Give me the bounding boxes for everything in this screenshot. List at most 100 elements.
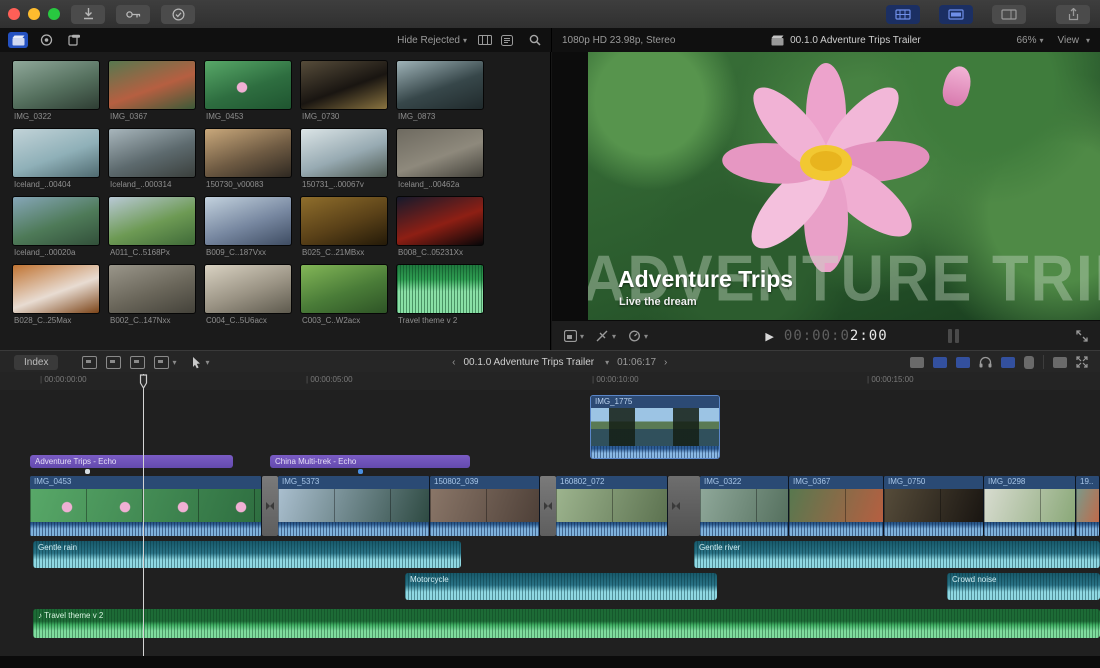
audio-meters[interactable] [948,329,959,343]
titles-generators-button[interactable] [64,32,84,48]
list-view-button[interactable] [497,32,517,48]
browser-clip[interactable]: C003_C..W2acx [300,264,388,329]
clip-marker[interactable] [358,469,363,474]
timeline-video-clip[interactable]: IMG_0367 [789,476,884,536]
clip-thumbnail[interactable] [12,60,100,110]
viewer-zoom-popup[interactable]: 66% [1016,35,1036,46]
browser-clip[interactable]: B025_C..21MBxx [300,196,388,261]
timeline-audio-clip[interactable]: Gentle river [694,541,1100,568]
browser-clip[interactable]: A011_C..5168Px [108,196,196,261]
skimming-icon[interactable] [933,357,947,368]
browser-clip[interactable]: IMG_0367 [108,60,196,125]
timeline-project-title[interactable]: 00.1.0 Adventure Trips Trailer [463,357,594,368]
clip-filter-popup[interactable]: Hide Rejected [397,35,460,46]
playhead[interactable] [143,374,144,656]
timeline-title-clip[interactable]: China Multi-trek - Echo [270,455,470,468]
clip-thumbnail[interactable] [204,196,292,246]
browser-clip[interactable]: Iceland_..00020a [12,196,100,261]
connect-edit-button[interactable] [82,356,97,369]
timeline-music-clip[interactable]: ♪ Travel theme v 2 [33,609,1100,638]
browser-clip[interactable]: Iceland_..000314 [108,128,196,193]
timeline-audio-clip[interactable]: Motorcycle [405,573,717,600]
solo-headphones-icon[interactable] [979,356,992,368]
timeline-audio-clip[interactable]: Crowd noise [947,573,1100,600]
browser-clip[interactable]: IMG_0322 [12,60,100,125]
browser-clip[interactable]: Iceland_..00462a [396,128,484,193]
snapping-icon[interactable] [1001,357,1015,368]
timeline-video-clip[interactable]: 150802_039 [430,476,540,536]
clip-thumbnail[interactable] [108,128,196,178]
zoom-button[interactable] [48,8,60,20]
import-button[interactable] [71,5,105,24]
clip-thumbnail[interactable] [204,60,292,110]
index-button[interactable]: Index [14,355,58,370]
timeline-video-clip[interactable]: IMG_0322 [700,476,789,536]
browser-clip[interactable]: B009_C..187Vxx [204,196,292,261]
search-button[interactable] [525,32,545,48]
overwrite-edit-button[interactable] [154,356,169,369]
browser-clip[interactable]: 150730_v00083 [204,128,292,193]
tools-popup[interactable]: ▾ [596,330,616,342]
browser-clip[interactable]: 150731_..00067v [300,128,388,193]
clip-thumbnail[interactable] [108,264,196,314]
clip-marker[interactable] [85,469,90,474]
browser-clip[interactable]: IMG_0730 [300,60,388,125]
connected-clip[interactable]: IMG_1775 [590,395,720,459]
append-edit-button[interactable] [130,356,145,369]
clip-thumbnail[interactable] [396,196,484,246]
timeline-video-clip[interactable]: IMG_0298 [984,476,1076,536]
previous-project-button[interactable]: ‹ [452,357,455,368]
photos-audio-button[interactable] [36,32,56,48]
gray-transition-clip[interactable] [668,476,700,536]
select-tool-popup[interactable]: ▾ [192,356,209,369]
transition-clip[interactable] [262,476,278,536]
browser-clip[interactable]: B002_C..147Nxx [108,264,196,329]
clip-thumbnail[interactable] [108,196,196,246]
transition-clip[interactable] [540,476,556,536]
timeline-audio-clip[interactable]: Gentle rain [33,541,461,568]
clip-thumbnail[interactable] [204,264,292,314]
clip-thumbnail[interactable] [300,128,388,178]
timeline-video-clip[interactable]: 19.. [1076,476,1100,536]
libraries-button[interactable] [8,32,28,48]
keyword-editor-button[interactable] [116,5,150,24]
close-button[interactable] [8,8,20,20]
browser-clip[interactable]: B008_C..05231Xx [396,196,484,261]
viewer-view-popup[interactable]: View [1057,35,1079,46]
next-project-button[interactable]: › [664,357,667,368]
clip-thumbnail[interactable] [12,264,100,314]
retime-popup[interactable]: ▾ [628,330,648,342]
minimize-button[interactable] [28,8,40,20]
clip-thumbnail[interactable] [12,196,100,246]
browser-clip[interactable]: IMG_0873 [396,60,484,125]
timeline-video-clip[interactable]: 160802_072 [556,476,668,536]
browser-clip[interactable]: Travel theme v 2 [396,264,484,329]
viewer-video-frame[interactable]: ADVENTURE TRIPS Adventure Trips Live the… [588,52,1100,320]
browser-clip[interactable]: C004_C..5U6acx [204,264,292,329]
timeline-ruler[interactable]: 00:00:00:0000:00:05:0000:00:10:0000:00:1… [0,372,1100,391]
clip-thumbnail[interactable] [300,196,388,246]
media-browser-icon[interactable] [1053,357,1067,368]
clip-thumbnail[interactable] [396,264,484,314]
playhead-handle[interactable] [139,374,148,389]
clip-thumbnail[interactable] [300,60,388,110]
play-button[interactable]: ▶ [765,330,773,343]
trim-icon[interactable] [910,357,924,368]
inspector-pane-toggle-button[interactable] [992,5,1026,24]
browser-clip[interactable]: B028_C..25Max [12,264,100,329]
clip-appearance-button[interactable] [475,32,495,48]
browser-pane-toggle-button[interactable] [886,5,920,24]
fullscreen-icon[interactable] [1076,330,1088,342]
clip-thumbnail[interactable] [108,60,196,110]
timeline-pane-toggle-button[interactable] [939,5,973,24]
browser-clip[interactable]: Iceland_..00404 [12,128,100,193]
insert-edit-button[interactable] [106,356,121,369]
audio-skimming-icon[interactable] [956,357,970,368]
clip-thumbnail[interactable] [396,128,484,178]
timeline-title-clip[interactable]: Adventure Trips - Echo [30,455,233,468]
clip-thumbnail[interactable] [12,128,100,178]
clip-thumbnail[interactable] [396,60,484,110]
effects-browser-icon[interactable] [1024,356,1034,369]
resize-timeline-icon[interactable] [1076,356,1088,368]
timeline-video-clip[interactable]: IMG_0750 [884,476,984,536]
